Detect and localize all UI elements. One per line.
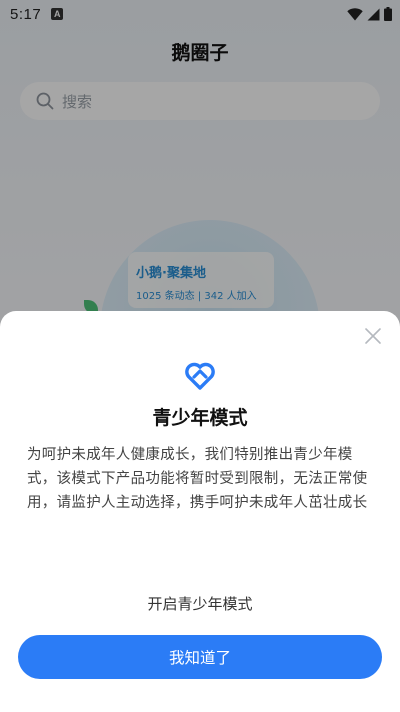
- close-icon: [365, 328, 381, 344]
- youth-mode-dialog: 青少年模式 为呵护未成年人健康成长，我们特别推出青少年模式，该模式下产品功能将暂…: [0, 311, 400, 712]
- confirm-button[interactable]: 我知道了: [18, 635, 382, 679]
- heart-shield-icon: [185, 362, 215, 390]
- dialog-description: 为呵护未成年人健康成长，我们特别推出青少年模式，该模式下产品功能将暂时受到限制，…: [27, 447, 368, 511]
- dialog-title: 青少年模式: [152, 407, 248, 429]
- enable-youth-mode-link[interactable]: 开启青少年模式: [0, 593, 400, 614]
- close-button[interactable]: [362, 325, 384, 347]
